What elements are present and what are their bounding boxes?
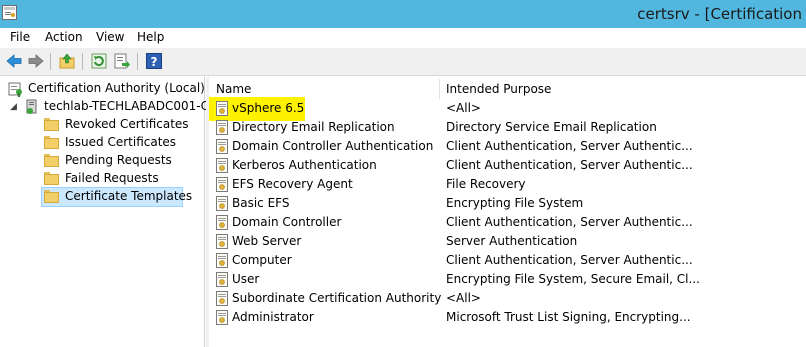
template-name: Kerberos Authentication xyxy=(232,158,377,172)
tree-folder-certificate-templates[interactable]: Certificate Templates xyxy=(41,187,192,207)
template-intended-purpose: Client Authentication, Server Authentic.… xyxy=(446,139,693,153)
template-intended-purpose: <All> xyxy=(446,291,481,305)
toolbar: ? xyxy=(0,48,806,76)
template-row[interactable]: User Encrypting File System, Secure Email… xyxy=(209,270,806,289)
template-name: Domain Controller xyxy=(232,215,342,229)
forward-arrow-icon[interactable] xyxy=(27,52,45,70)
template-name: Administrator xyxy=(232,310,314,324)
folder-icon xyxy=(44,154,59,167)
svg-text:?: ? xyxy=(151,55,158,69)
template-intended-purpose: Encrypting File System xyxy=(446,196,584,210)
help-icon[interactable]: ? xyxy=(145,52,163,70)
template-intended-purpose: Directory Service Email Replication xyxy=(446,120,657,134)
certificate-template-icon xyxy=(216,101,228,116)
certificate-template-icon xyxy=(216,310,228,325)
certification-authority-icon xyxy=(8,81,24,97)
certificate-template-icon xyxy=(216,196,228,211)
template-name: Domain Controller Authentication xyxy=(232,139,434,153)
tree-ca-node[interactable]: ◢ techlab-TECHLABADC001-CA xyxy=(6,98,217,116)
folder-icon xyxy=(44,136,59,149)
export-list-icon[interactable] xyxy=(113,52,131,70)
template-row[interactable]: Computer Client Authentication, Server Au… xyxy=(209,251,806,270)
folder-label: Pending Requests xyxy=(65,153,172,167)
menu-help[interactable]: Help xyxy=(137,30,164,44)
column-header-label: Name xyxy=(216,82,252,96)
template-intended-purpose: Client Authentication, Server Authentic.… xyxy=(446,158,693,172)
template-row[interactable]: Subordinate Certification Authority <All> xyxy=(209,289,806,308)
template-name: Subordinate Certification Authority xyxy=(232,291,442,305)
template-name: Basic EFS xyxy=(232,196,290,210)
menu-bar: File Action View Help xyxy=(0,28,806,48)
column-header-label: Intended Purpose xyxy=(446,82,552,96)
menu-action[interactable]: Action xyxy=(45,30,83,44)
certificate-template-icon xyxy=(216,177,228,192)
certificate-template-icon xyxy=(216,272,228,287)
template-intended-purpose: Client Authentication, Server Authentic.… xyxy=(446,215,693,229)
column-header-name[interactable]: Name xyxy=(209,79,439,99)
certificate-template-icon xyxy=(216,139,228,154)
console-tree: Certification Authority (Local) ◢ techla… xyxy=(2,77,217,347)
toolbar-separator xyxy=(137,53,138,70)
certsrv-app-icon[interactable] xyxy=(2,5,17,20)
menu-file[interactable]: File xyxy=(10,30,30,44)
template-row[interactable]: Domain Controller Authentication Client A… xyxy=(209,137,806,156)
column-header-intended-purpose[interactable]: Intended Purpose xyxy=(439,79,806,99)
certificate-template-icon xyxy=(216,158,228,173)
template-intended-purpose: <All> xyxy=(446,101,481,115)
folder-icon xyxy=(44,190,59,203)
window-title: certsrv - [Certification xyxy=(637,5,802,23)
up-folder-icon[interactable] xyxy=(58,52,76,70)
template-row[interactable]: Web Server Server Authentication xyxy=(209,232,806,251)
tree-folder-failed-requests[interactable]: Failed Requests xyxy=(42,170,192,188)
folder-icon xyxy=(44,118,59,131)
template-name: Directory Email Replication xyxy=(232,120,395,134)
template-name: User xyxy=(232,272,260,286)
toolbar-separator xyxy=(50,53,51,70)
certificate-template-icon xyxy=(216,291,228,306)
template-row[interactable]: Domain Controller Client Authentication, … xyxy=(209,213,806,232)
template-name: Computer xyxy=(232,253,292,267)
template-row[interactable]: EFS Recovery Agent File Recovery xyxy=(209,175,806,194)
template-name: Web Server xyxy=(232,234,302,248)
template-row[interactable]: Basic EFS Encrypting File System xyxy=(209,194,806,213)
template-row[interactable]: Directory Email Replication Directory Ser… xyxy=(209,118,806,137)
template-intended-purpose: Server Authentication xyxy=(446,234,578,248)
ca-server-icon xyxy=(24,99,40,115)
refresh-icon[interactable] xyxy=(90,52,108,70)
template-row[interactable]: vSphere 6.5 <All> xyxy=(209,99,806,118)
tree-root-node[interactable]: Certification Authority (Local) xyxy=(6,80,205,98)
toolbar-separator xyxy=(82,53,83,70)
folder-icon xyxy=(44,172,59,185)
folder-label: Revoked Certificates xyxy=(65,117,189,131)
tree-folder-revoked-certificates[interactable]: Revoked Certificates xyxy=(42,116,192,134)
template-row[interactable]: Administrator Microsoft Trust List Signin… xyxy=(209,308,806,327)
template-intended-purpose: File Recovery xyxy=(446,177,526,191)
tree-ca-label: techlab-TECHLABADC001-CA xyxy=(44,99,218,113)
title-bar: certsrv - [Certification xyxy=(0,0,806,28)
tree-root-label: Certification Authority (Local) xyxy=(28,81,205,95)
details-list: Name Intended Purpose vSphere 6.5 <All> Di… xyxy=(209,77,806,347)
certificate-template-icon xyxy=(216,215,228,230)
certificate-template-icon xyxy=(216,120,228,135)
certificate-template-icon xyxy=(216,234,228,249)
tree-folder-pending-requests[interactable]: Pending Requests xyxy=(42,152,192,170)
tree-folder-issued-certificates[interactable]: Issued Certificates xyxy=(42,134,192,152)
template-name: vSphere 6.5 xyxy=(232,101,305,115)
template-intended-purpose: Microsoft Trust List Signing, Encrypting… xyxy=(446,310,691,324)
certificate-template-icon xyxy=(216,253,228,268)
template-intended-purpose: Client Authentication, Server Authentic.… xyxy=(446,253,693,267)
back-arrow-icon[interactable] xyxy=(5,52,23,70)
menu-view[interactable]: View xyxy=(96,30,124,44)
template-row[interactable]: Kerberos Authentication Client Authentica… xyxy=(209,156,806,175)
folder-label: Issued Certificates xyxy=(65,135,177,149)
template-name: EFS Recovery Agent xyxy=(232,177,353,191)
expand-arrow-icon[interactable]: ◢ xyxy=(10,102,17,112)
folder-label: Certificate Templates xyxy=(65,189,193,203)
template-intended-purpose: Encrypting File System, Secure Email, Cl… xyxy=(446,272,700,286)
folder-label: Failed Requests xyxy=(65,171,159,185)
